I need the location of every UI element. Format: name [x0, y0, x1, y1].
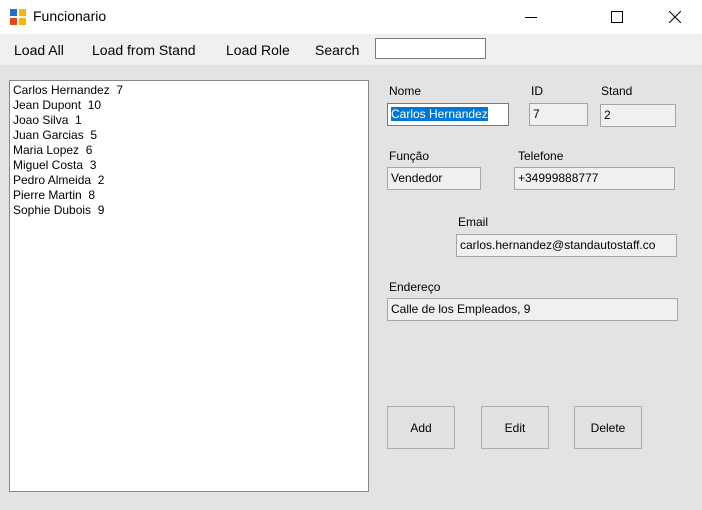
- list-item[interactable]: Pedro Almeida 2: [13, 173, 365, 188]
- nome-field[interactable]: Carlos Hernandez: [387, 103, 509, 126]
- funcao-field[interactable]: Vendedor: [387, 167, 481, 190]
- telefone-label: Telefone: [518, 149, 564, 163]
- stand-field[interactable]: 2: [600, 104, 676, 127]
- list-item[interactable]: Pierre Martin 8: [13, 188, 365, 203]
- email-field[interactable]: carlos.hernandez@standautostaff.co: [456, 234, 677, 257]
- list-item[interactable]: Juan Garcias 5: [13, 128, 365, 143]
- funcao-label: Função: [389, 149, 430, 163]
- minimize-button[interactable]: [508, 0, 554, 34]
- search-input[interactable]: [375, 38, 486, 59]
- menu-load-from-stand[interactable]: Load from Stand: [92, 42, 196, 58]
- id-field[interactable]: 7: [529, 103, 588, 126]
- list-item[interactable]: Maria Lopez 6: [13, 143, 365, 158]
- close-icon: [669, 11, 681, 23]
- menu-load-role[interactable]: Load Role: [226, 42, 290, 58]
- maximize-button[interactable]: [594, 0, 640, 34]
- delete-button[interactable]: Delete: [574, 406, 642, 449]
- menu-load-all[interactable]: Load All: [14, 42, 64, 58]
- menu-bar: Load All Load from Stand Load Role Searc…: [0, 34, 702, 65]
- close-button[interactable]: [652, 0, 698, 34]
- add-button[interactable]: Add: [387, 406, 455, 449]
- list-item[interactable]: Miguel Costa 3: [13, 158, 365, 173]
- endereco-field[interactable]: Calle de los Empleados, 9: [387, 298, 678, 321]
- list-item[interactable]: Carlos Hernandez 7: [13, 83, 365, 98]
- app-icon: [10, 9, 26, 25]
- maximize-icon: [611, 11, 623, 23]
- email-label: Email: [458, 215, 489, 229]
- title-bar: Funcionario: [0, 0, 702, 34]
- minimize-icon: [525, 17, 537, 18]
- stand-label: Stand: [601, 84, 633, 98]
- menu-search[interactable]: Search: [315, 42, 359, 58]
- employee-listbox[interactable]: Carlos Hernandez 7 Jean Dupont 10 Joao S…: [9, 80, 369, 492]
- list-item[interactable]: Sophie Dubois 9: [13, 203, 365, 218]
- nome-label: Nome: [389, 84, 422, 98]
- window-title: Funcionario: [33, 8, 107, 24]
- endereco-label: Endereço: [389, 280, 441, 294]
- list-item[interactable]: Jean Dupont 10: [13, 98, 365, 113]
- id-label: ID: [531, 84, 543, 98]
- edit-button[interactable]: Edit: [481, 406, 549, 449]
- list-item[interactable]: Joao Silva 1: [13, 113, 365, 128]
- telefone-field[interactable]: +34999888777: [514, 167, 675, 190]
